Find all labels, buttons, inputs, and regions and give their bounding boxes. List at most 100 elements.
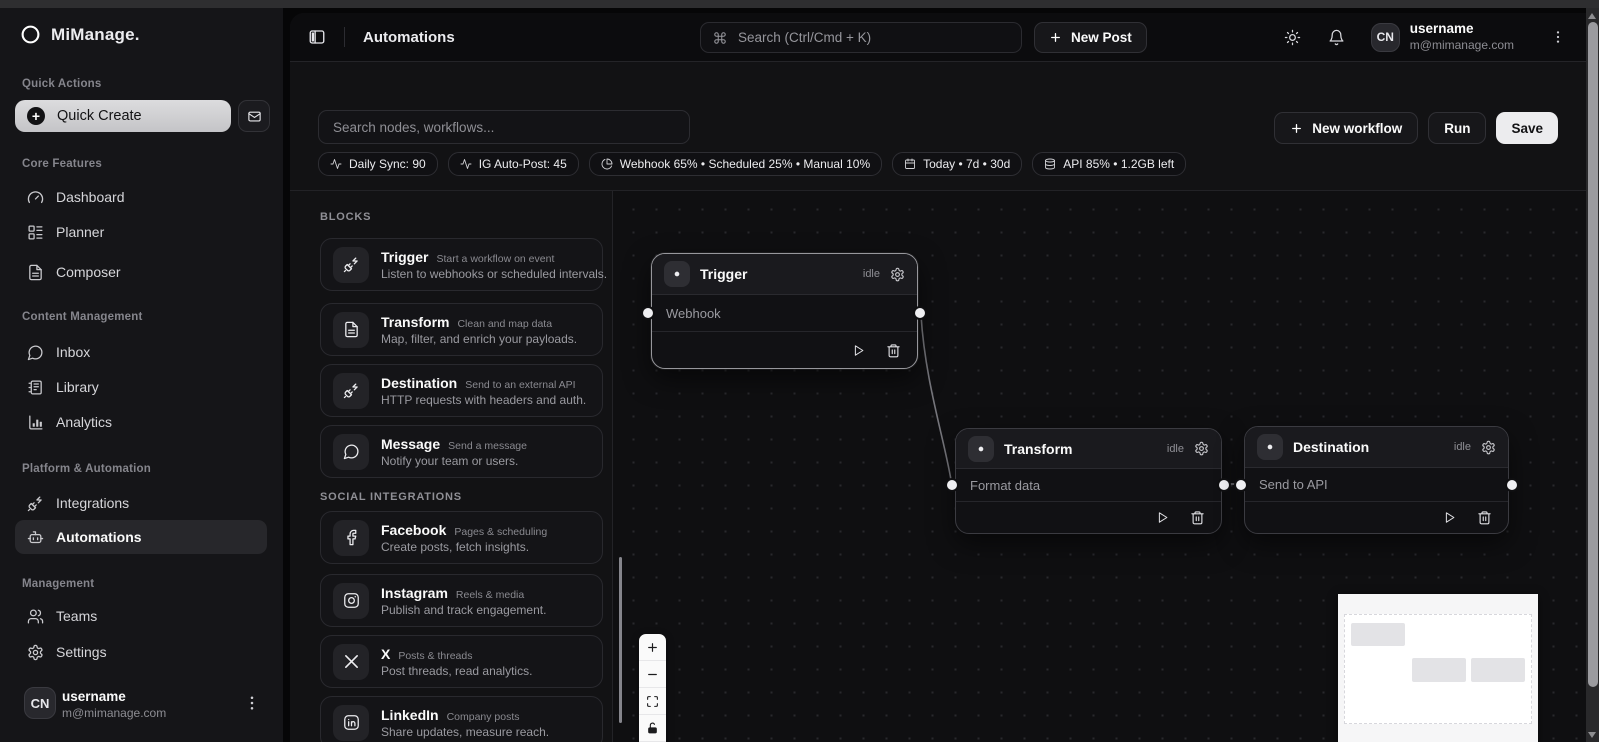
output-port[interactable] bbox=[915, 308, 925, 318]
workflow-canvas[interactable]: Trigger idle Webhook Transform idle Form… bbox=[612, 191, 1586, 742]
avatar[interactable]: CN bbox=[1370, 22, 1400, 52]
block-card-destination[interactable]: Destination Send to an external API HTTP… bbox=[320, 364, 603, 417]
sidebar-item-inbox[interactable]: Inbox bbox=[15, 335, 267, 369]
fit-view-button[interactable] bbox=[639, 688, 666, 715]
node-dot-icon bbox=[968, 435, 994, 462]
block-card-message[interactable]: Message Send a message Notify your team … bbox=[320, 425, 603, 478]
x-logo-icon bbox=[333, 643, 369, 680]
window-top-strip bbox=[0, 0, 1599, 8]
bar-chart-icon bbox=[27, 414, 44, 431]
new-post-button[interactable]: New Post bbox=[1034, 22, 1147, 53]
input-port[interactable] bbox=[643, 308, 653, 318]
zoom-in-button[interactable] bbox=[639, 634, 666, 661]
bell-icon[interactable] bbox=[1328, 29, 1345, 46]
node-header[interactable]: Destination idle bbox=[1245, 427, 1508, 468]
facebook-icon bbox=[333, 519, 369, 556]
status-badge: idle bbox=[1453, 441, 1471, 453]
message-circle-icon bbox=[27, 344, 44, 361]
scrollbar-thumb[interactable] bbox=[1587, 22, 1598, 687]
block-card-trigger[interactable]: Trigger Start a workflow on event Listen… bbox=[320, 238, 607, 291]
play-icon[interactable] bbox=[1155, 510, 1170, 525]
more-vertical-icon[interactable] bbox=[1550, 27, 1566, 47]
file-text-icon bbox=[27, 264, 44, 281]
main-region: Automations New Post CN username m@miman… bbox=[283, 8, 1586, 742]
output-port[interactable] bbox=[1219, 480, 1229, 490]
page-title: Automations bbox=[363, 28, 455, 46]
scroll-down-arrow[interactable] bbox=[1588, 732, 1596, 738]
node-transform[interactable]: Transform idle Format data bbox=[947, 428, 1229, 534]
input-port[interactable] bbox=[1236, 480, 1246, 490]
sidebar: MiManage. Quick Actions + Quick Create C… bbox=[0, 8, 283, 742]
minus-icon bbox=[646, 668, 659, 681]
canvas-minimap[interactable] bbox=[1338, 594, 1538, 742]
lock-button[interactable] bbox=[639, 715, 666, 742]
badge-ig-auto-post: IG Auto-Post: 45 bbox=[447, 152, 579, 176]
status-badge: idle bbox=[862, 268, 880, 280]
database-icon bbox=[1044, 158, 1056, 170]
badge-daily-sync: Daily Sync: 90 bbox=[318, 152, 438, 176]
trash-icon[interactable] bbox=[1477, 510, 1492, 525]
panel-left-toggle-icon[interactable] bbox=[308, 28, 326, 46]
sidebar-item-analytics[interactable]: Analytics bbox=[15, 405, 267, 439]
sidebar-item-settings[interactable]: Settings bbox=[15, 635, 267, 669]
instagram-icon bbox=[333, 582, 369, 619]
user-name: username bbox=[1409, 21, 1474, 37]
page-scrollbar[interactable] bbox=[1586, 8, 1599, 742]
sidebar-item-dashboard[interactable]: Dashboard bbox=[15, 180, 267, 214]
workflow-actions: New workflow Run Save bbox=[290, 112, 1558, 144]
sidebar-item-planner[interactable]: Planner bbox=[15, 215, 267, 249]
gear-icon[interactable] bbox=[1481, 440, 1496, 455]
node-destination[interactable]: Destination idle Send to API bbox=[1236, 426, 1517, 534]
sidebar-user-card[interactable]: CN username m@mimanage.com bbox=[0, 676, 283, 732]
social-heading: SOCIAL INTEGRATIONS bbox=[320, 491, 462, 503]
more-vertical-icon[interactable] bbox=[243, 692, 261, 714]
play-icon[interactable] bbox=[1442, 510, 1457, 525]
pie-chart-icon bbox=[601, 158, 613, 170]
sidebar-item-integrations[interactable]: Integrations bbox=[15, 486, 267, 520]
trash-icon[interactable] bbox=[886, 343, 901, 358]
section-label-core-features: Core Features bbox=[22, 158, 102, 170]
zoom-out-button[interactable] bbox=[639, 661, 666, 688]
theme-sun-icon[interactable] bbox=[1284, 29, 1301, 46]
minimap-node bbox=[1471, 658, 1525, 682]
block-card-instagram[interactable]: Instagram Reels & media Publish and trac… bbox=[320, 574, 603, 627]
sidebar-item-label: Planner bbox=[56, 224, 105, 240]
new-post-label: New Post bbox=[1071, 30, 1132, 45]
quick-create-button[interactable]: + Quick Create bbox=[15, 100, 231, 132]
block-card-linkedin[interactable]: LinkedIn Company posts Share updates, me… bbox=[320, 696, 603, 742]
play-icon[interactable] bbox=[851, 343, 866, 358]
section-label-content-management: Content Management bbox=[22, 311, 143, 323]
scroll-up-arrow[interactable] bbox=[1588, 13, 1596, 19]
node-sub-label: Webhook bbox=[652, 295, 917, 332]
sidebar-item-teams[interactable]: Teams bbox=[15, 599, 267, 633]
input-port[interactable] bbox=[947, 480, 957, 490]
blocks-scrollbar-thumb[interactable] bbox=[619, 557, 622, 723]
output-port[interactable] bbox=[1507, 480, 1517, 490]
run-button[interactable]: Run bbox=[1428, 112, 1487, 144]
gear-icon[interactable] bbox=[890, 267, 905, 282]
node-trigger[interactable]: Trigger idle Webhook bbox=[643, 253, 925, 369]
sidebar-item-automations[interactable]: Automations bbox=[15, 520, 267, 554]
node-header[interactable]: Transform idle bbox=[956, 429, 1221, 469]
user-email: m@mimanage.com bbox=[62, 705, 167, 720]
plug-icon bbox=[333, 372, 369, 409]
sidebar-item-library[interactable]: Library bbox=[15, 370, 267, 404]
avatar: CN bbox=[24, 687, 56, 719]
node-dot-icon bbox=[664, 261, 690, 287]
mail-button[interactable] bbox=[238, 100, 270, 132]
block-card-x[interactable]: X Posts & threads Post threads, read ana… bbox=[320, 635, 603, 688]
global-search-input[interactable] bbox=[736, 29, 1009, 46]
save-button[interactable]: Save bbox=[1496, 112, 1558, 144]
block-card-facebook[interactable]: Facebook Pages & scheduling Create posts… bbox=[320, 511, 603, 564]
section-label-platform-automation: Platform & Automation bbox=[22, 463, 151, 475]
node-header[interactable]: Trigger idle bbox=[652, 254, 917, 295]
plus-circle-icon: + bbox=[27, 107, 45, 125]
user-email: m@mimanage.com bbox=[1409, 37, 1514, 52]
trash-icon[interactable] bbox=[1190, 510, 1205, 525]
sidebar-item-label: Dashboard bbox=[56, 189, 125, 205]
global-search[interactable] bbox=[700, 22, 1022, 53]
sidebar-item-composer[interactable]: Composer bbox=[15, 255, 267, 289]
new-workflow-button[interactable]: New workflow bbox=[1274, 112, 1419, 144]
block-card-transform[interactable]: Transform Clean and map data Map, filter… bbox=[320, 303, 603, 356]
gear-icon[interactable] bbox=[1194, 441, 1209, 456]
